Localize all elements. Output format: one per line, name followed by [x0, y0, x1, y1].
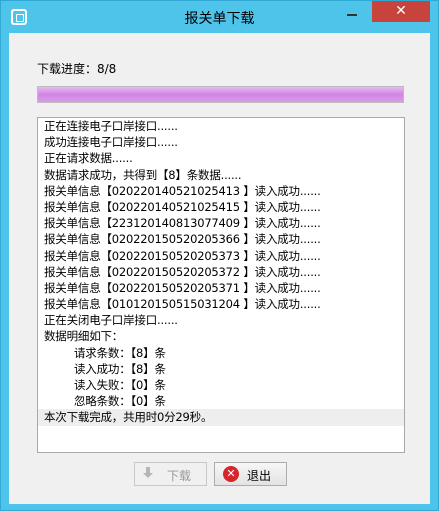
progress-bar	[37, 86, 404, 103]
log-line: 请求条数：【8】条	[74, 345, 166, 360]
log-line: 成功连接电子口岸接口......	[44, 135, 178, 150]
progress-bar-fill	[38, 87, 403, 102]
log-line: 本次下载完成，共用时0分29秒。	[38, 409, 404, 426]
log-line: 数据明细如下：	[44, 329, 124, 344]
exit-button[interactable]: ✕ 退出	[214, 462, 287, 486]
log-line: 报关单信息【020220150520205372 】读入成功......	[44, 264, 321, 279]
log-textarea[interactable]: 正在连接电子口岸接口...... 成功连接电子口岸接口...... 正在请求数据..…	[37, 117, 405, 453]
log-line: 正在连接电子口岸接口......	[44, 119, 178, 133]
log-line: 报关单信息【020220150520205366 】读入成功......	[44, 232, 321, 247]
log-line: 读入失败：【0】条	[74, 378, 166, 392]
dialog-window: 报关单下载 ✕ 下载进度：8/8 正在连接电子口岸接口...... 成功连接电子口…	[0, 0, 439, 511]
log-line: 正在关闭电子口岸接口......	[44, 313, 178, 328]
download-button-label: 下载	[167, 469, 192, 483]
log-line: 忽略条数：【0】条	[74, 394, 166, 409]
log-line: 报关单信息【010120150515031204 】读入成功......	[44, 297, 321, 312]
log-line: 数据请求成功，共得到【8】条数据......	[44, 167, 242, 182]
log-line: 报关单信息【020220140521025413 】读入成功......	[44, 183, 321, 198]
exit-icon: ✕	[223, 466, 239, 482]
close-icon: ✕	[395, 3, 407, 19]
log-line: 读入成功：【8】条	[74, 361, 166, 376]
title-bar[interactable]: 报关单下载 ✕	[1, 1, 438, 33]
log-line: 报关单信息【020220150520205371 】读入成功......	[44, 280, 321, 295]
minimize-button[interactable]	[339, 1, 365, 22]
log-line: 正在请求数据......	[44, 151, 133, 166]
log-line: 报关单信息【020220150520205373 】读入成功......	[44, 248, 321, 263]
download-button[interactable]: 下载	[134, 462, 207, 486]
progress-label: 下载进度：8/8	[37, 62, 117, 76]
dialog-body: 下载进度：8/8 正在连接电子口岸接口...... 成功连接电子口岸接口.....…	[9, 33, 430, 504]
exit-button-label: 退出	[247, 469, 272, 483]
log-line: 报关单信息【020220140521025415 】读入成功......	[44, 199, 321, 214]
download-icon	[141, 467, 155, 481]
log-line: 报关单信息【223120140813077409 】读入成功......	[44, 216, 321, 231]
close-button[interactable]: ✕	[372, 1, 430, 22]
